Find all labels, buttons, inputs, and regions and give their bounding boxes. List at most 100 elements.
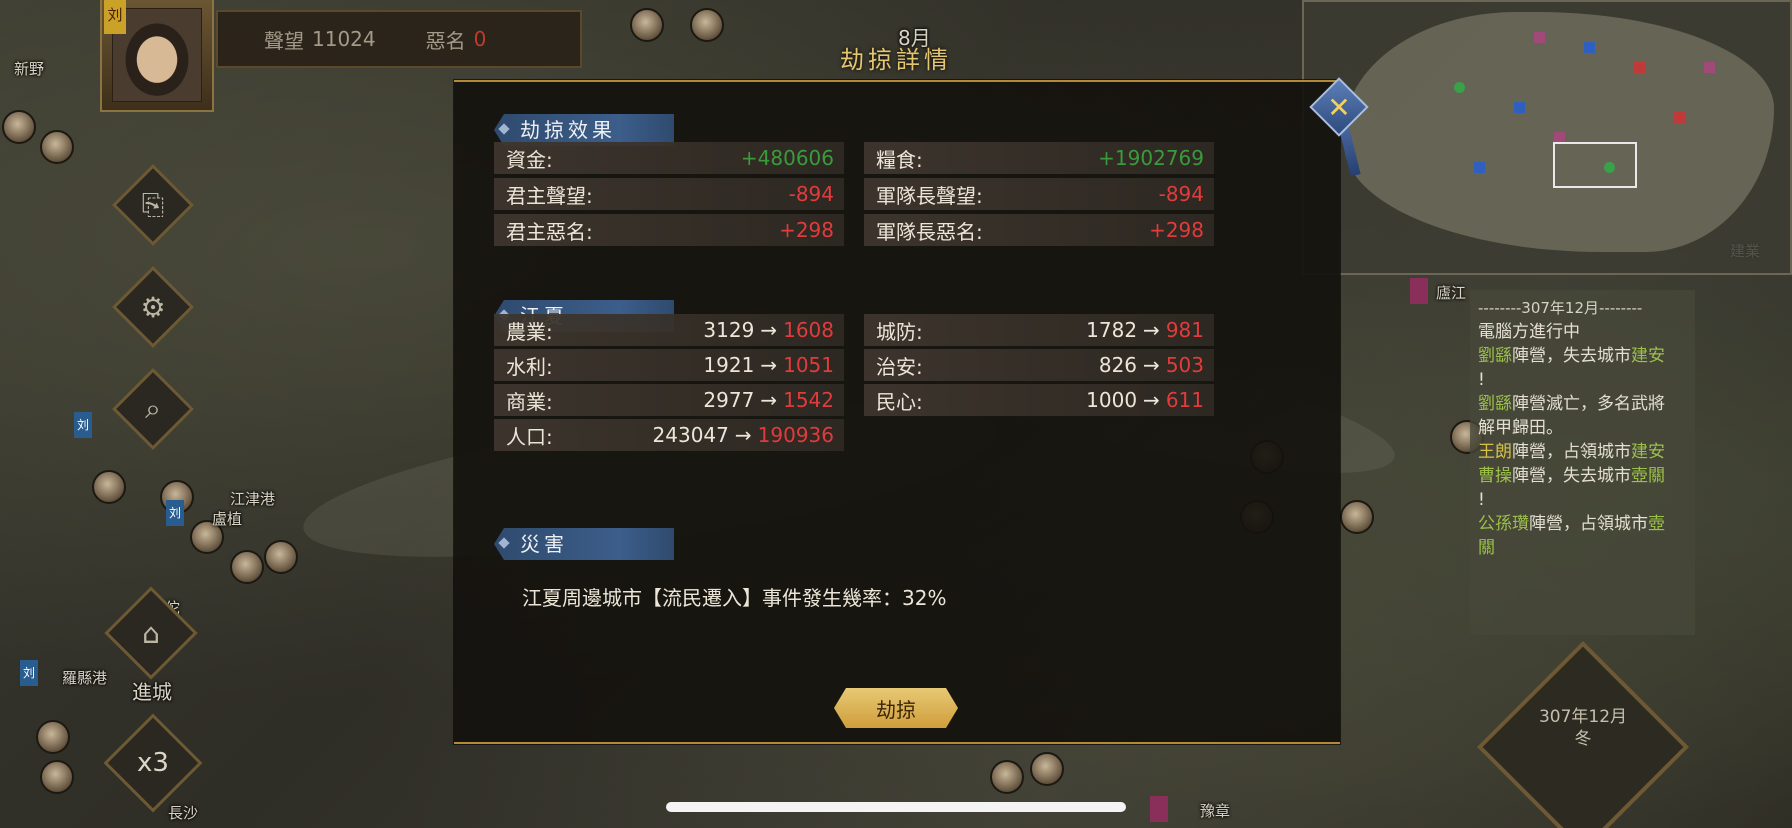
plunder-button[interactable]: 劫掠	[834, 688, 958, 728]
event-log: --------307年12月-------- 電腦方進行中 劉繇陣營，失去城市建…	[1470, 290, 1695, 635]
city-stat-row: 水利: 1921 → 1051	[494, 349, 844, 381]
event-log-fragment: 陣營，失去城市	[1512, 466, 1631, 486]
effect-value: +298	[1149, 218, 1204, 242]
arrow-icon: →	[760, 318, 778, 342]
arrow-icon: →	[760, 353, 778, 377]
map-label-city[interactable]: 廬江	[1436, 282, 1466, 303]
faction-flag: 刘	[74, 412, 92, 438]
faction-flag: 刘	[20, 660, 38, 686]
arrow-icon: →	[1143, 353, 1160, 377]
city-stat-before: 243047	[652, 423, 729, 447]
reputation-value: 11024	[312, 27, 376, 51]
city-stat-before: 1782	[1086, 318, 1138, 342]
city-stat-after: 611	[1165, 388, 1204, 412]
event-log-fragment: 陣營，占領城市	[1512, 442, 1631, 462]
city-stat-row: 城防: 1782 → 981	[864, 314, 1214, 346]
city-stat-label: 民心:	[876, 389, 923, 414]
general-token[interactable]	[630, 8, 664, 42]
effect-value: -894	[788, 182, 834, 206]
event-log-fragment: 建安	[1631, 346, 1665, 366]
general-token[interactable]	[40, 760, 74, 794]
city-stat-change: 1000 → 611	[1086, 388, 1204, 412]
event-log-line: 劉繇陣營，失去城市建安	[1478, 344, 1687, 368]
map-label-city[interactable]: 新野	[14, 58, 44, 79]
faction-tag: 刘	[104, 0, 126, 34]
city-stat-change: 2977 → 1542	[703, 388, 834, 412]
general-token[interactable]	[36, 720, 70, 754]
minimap-marker	[1634, 62, 1645, 73]
city-stat-before: 2977	[703, 388, 755, 412]
city-stat-change: 243047 → 190936	[653, 423, 834, 447]
city-stat-after: 1542	[783, 388, 834, 412]
general-token[interactable]	[230, 550, 264, 584]
general-token[interactable]	[92, 470, 126, 504]
reputation-bar: 聲望 11024 惡名 0	[216, 10, 582, 68]
map-label-port[interactable]: 江津港	[230, 488, 275, 509]
event-log-line: 關	[1478, 536, 1687, 560]
faction-flag	[1410, 278, 1428, 304]
document-icon: ⎘	[141, 188, 165, 221]
effect-row: 資金: +480606	[494, 142, 844, 174]
gear-icon: ⚙	[140, 290, 166, 324]
minimap-marker	[1704, 62, 1715, 73]
reputation-label: 聲望	[264, 28, 304, 53]
general-token[interactable]	[1340, 500, 1374, 534]
event-log-fragment: 公孫瓚	[1478, 514, 1529, 534]
disaster-text: 江夏周邊城市【流民遷入】事件發生幾率：32%	[522, 586, 947, 610]
minimap-viewport[interactable]	[1553, 142, 1637, 188]
date-dial-text[interactable]: 307年12月 冬	[1508, 706, 1658, 750]
general-token[interactable]	[40, 130, 74, 164]
season-label: 冬	[1574, 729, 1592, 749]
effect-label: 糧食:	[876, 147, 923, 172]
event-log-line: 電腦方進行中	[1478, 322, 1580, 342]
general-token[interactable]	[264, 540, 298, 574]
city-stat-after: 981	[1165, 318, 1204, 342]
city-stat-row: 民心: 1000 → 611	[864, 384, 1214, 416]
map-label-city[interactable]: 長沙	[168, 802, 198, 823]
city-stat-label: 人口:	[506, 424, 553, 449]
event-log-line: 曹操陣營，失去城市壺關	[1478, 464, 1687, 488]
faction-flag	[1150, 796, 1168, 822]
city-stat-change: 1921 → 1051	[703, 353, 834, 377]
event-log-fragment: 壺關	[1631, 466, 1665, 486]
map-label-city[interactable]: 豫章	[1200, 800, 1230, 821]
speed-label: x3	[137, 748, 169, 778]
arrow-icon: →	[734, 423, 752, 447]
general-token[interactable]	[690, 8, 724, 42]
city-stat-row: 商業: 2977 → 1542	[494, 384, 844, 416]
general-token[interactable]	[2, 110, 36, 144]
city-stat-label: 商業:	[506, 389, 553, 414]
effect-value: +298	[779, 218, 834, 242]
enter-city-label[interactable]: 進城	[132, 676, 172, 705]
effect-row: 軍隊長惡名: +298	[864, 214, 1214, 246]
arrow-icon: →	[1143, 388, 1160, 412]
general-token[interactable]	[1030, 752, 1064, 786]
general-token[interactable]	[990, 760, 1024, 794]
arrow-icon: →	[1143, 318, 1160, 342]
search-icon: ⌕	[145, 392, 161, 425]
minimap[interactable]	[1302, 0, 1792, 275]
home-indicator[interactable]	[666, 802, 1126, 812]
city-stat-before: 1000	[1086, 388, 1138, 412]
city-stat-after: 1051	[783, 353, 834, 377]
date-label: 307年12月	[1538, 707, 1628, 727]
city-stat-change: 3129 → 1608	[703, 318, 834, 342]
event-log-fragment: 建安	[1631, 442, 1665, 462]
event-log-fragment: 壺	[1648, 514, 1665, 534]
minimap-marker	[1534, 32, 1545, 43]
event-log-line: !	[1478, 490, 1485, 510]
city-stat-before: 1921	[703, 353, 755, 377]
close-icon: ✕	[1327, 90, 1351, 124]
section-header-disaster: 災害	[494, 528, 674, 560]
effect-row: 君主聲望: -894	[494, 178, 844, 210]
city-stat-after: 190936	[757, 423, 834, 447]
event-log-fragment: 劉繇	[1478, 346, 1512, 366]
event-log-header: --------307年12月--------	[1478, 299, 1643, 317]
castle-icon: ⌂	[142, 616, 160, 650]
city-stat-label: 城防:	[876, 319, 923, 344]
city-stat-change: 1782 → 981	[1086, 318, 1204, 342]
city-stat-row: 人口: 243047 → 190936	[494, 419, 844, 451]
effect-row: 君主惡名: +298	[494, 214, 844, 246]
map-label-port[interactable]: 羅縣港	[62, 667, 107, 688]
map-label-general[interactable]: 盧植	[212, 508, 242, 529]
